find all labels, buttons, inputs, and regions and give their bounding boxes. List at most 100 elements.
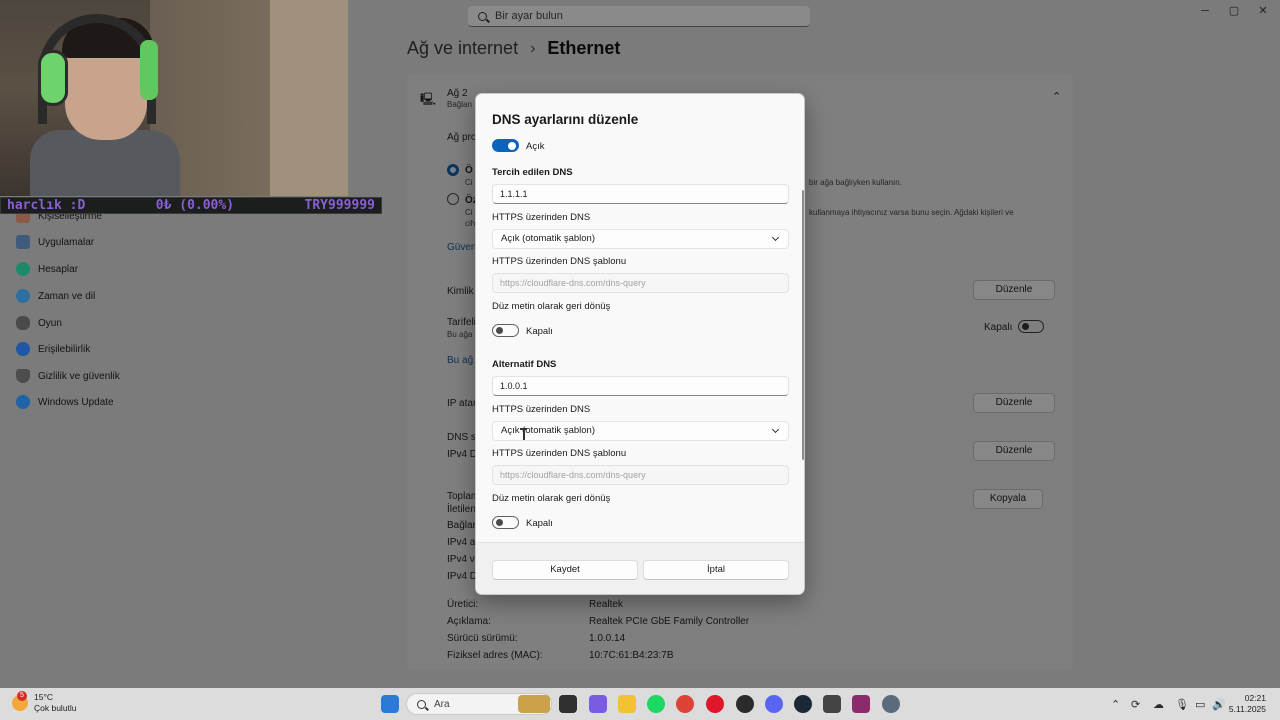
- message-label: İletilen: [447, 504, 476, 515]
- dialog-scrollbar[interactable]: [802, 190, 804, 460]
- metered-label: Tarifeli: [447, 317, 476, 328]
- accessibility-icon: [16, 342, 30, 356]
- cancel-button[interactable]: İptal: [643, 560, 789, 580]
- steam-icon[interactable]: [794, 695, 812, 713]
- manufacturer-label: Üretici:: [447, 599, 479, 610]
- taskbar-search-placeholder: Ara: [434, 698, 450, 710]
- ipv4-toggle[interactable]: [492, 139, 519, 152]
- alternate-https-select[interactable]: Açık (otomatik şablon): [492, 421, 789, 441]
- breadcrumb-parent[interactable]: Ağ ve internet: [407, 38, 518, 59]
- page-title: Ethernet: [547, 38, 621, 58]
- alternate-fallback-label: Düz metin olarak geri dönüş: [492, 493, 611, 504]
- task-view-icon[interactable]: [559, 695, 577, 713]
- chevron-up-icon[interactable]: ⌃: [1111, 698, 1120, 711]
- driver-value: 1.0.0.14: [589, 633, 626, 644]
- clock-date: 5.11.2025: [1228, 704, 1266, 714]
- preferred-template-label: HTTPS üzerinden DNS şablonu: [492, 256, 627, 267]
- sidebar-item-gaming[interactable]: Oyun: [16, 316, 62, 330]
- clock-time: 02:21: [1244, 693, 1266, 703]
- dns-settings-dialog: DNS ayarlarını düzenle Açık Tercih edile…: [475, 93, 805, 595]
- radio-public-desc-tail: kullanmaya ihtiyacınız varsa bunu seçin.…: [809, 208, 1014, 217]
- settings-icon[interactable]: [882, 695, 900, 713]
- network-icon[interactable]: ▭: [1195, 698, 1205, 711]
- spotify-icon[interactable]: [647, 695, 665, 713]
- mac-value: 10:7C:61:B4:23:7B: [589, 650, 674, 661]
- alternate-template-input[interactable]: https://cloudflare-dns.com/dns-query: [492, 465, 789, 485]
- mac-label: Fiziksel adres (MAC):: [447, 650, 543, 661]
- ip-edit-button[interactable]: Düzenle: [973, 393, 1055, 413]
- metered-desc: Bu ağa: [447, 330, 473, 339]
- sidebar-item-privacy[interactable]: Gizlilik ve güvenlik: [16, 369, 120, 383]
- discord-icon[interactable]: [765, 695, 783, 713]
- close-button[interactable]: ✕: [1246, 4, 1280, 18]
- sidebar-item-apps[interactable]: Uygulamalar: [16, 235, 94, 249]
- chevron-up-icon[interactable]: ⌃: [1052, 90, 1061, 103]
- weather-temperature: 15°C: [34, 692, 53, 702]
- onedrive-icon[interactable]: ☁: [1153, 698, 1164, 711]
- alternate-fallback-state: Kapalı: [526, 518, 553, 529]
- network-profile-label: Ağ pro: [447, 132, 477, 143]
- taskbar: 5 15°C Çok bulutlu Ara ⌃ ⟳ ☁ 🎙 ▭ 🔊 02:21…: [0, 688, 1280, 720]
- alternate-https-value: Açık (otomatik şablon): [501, 425, 595, 436]
- chevron-down-icon: [771, 233, 780, 242]
- preferred-https-select[interactable]: Açık (otomatik şablon): [492, 229, 789, 249]
- file-explorer-icon[interactable]: [618, 695, 636, 713]
- save-button[interactable]: Kaydet: [492, 560, 638, 580]
- globe-clock-icon: [16, 289, 30, 303]
- breadcrumb-separator-icon: ›: [530, 39, 536, 57]
- network-status: Bağlan: [447, 100, 472, 109]
- weather-widget[interactable]: 5 15°C Çok bulutlu: [12, 691, 77, 714]
- radio-private-label: Ö: [465, 165, 473, 176]
- headset-cup-right: [140, 40, 158, 100]
- sidebar-item-label: Hesaplar: [38, 263, 79, 275]
- radio-private-desc: Ci: [465, 178, 473, 187]
- data-limit-link[interactable]: Bu ağ: [447, 355, 473, 366]
- volume-icon[interactable]: 🔊: [1212, 698, 1226, 711]
- sidebar-item-label: Uygulamalar: [38, 236, 95, 248]
- sidebar-item-time-language[interactable]: Zaman ve dil: [16, 289, 95, 303]
- apps-icon: [16, 235, 30, 249]
- weather-condition: Çok bulutlu: [34, 703, 77, 713]
- search-icon: [417, 699, 426, 709]
- search-icon: [478, 11, 487, 21]
- obs-icon[interactable]: [736, 695, 754, 713]
- refresh-icon: [16, 395, 30, 409]
- copy-button[interactable]: Kopyala: [973, 489, 1043, 509]
- stream-donation-bar: harclık :D 0₺ (0.00%) TRY999999: [0, 197, 382, 214]
- breadcrumb: Ağ ve internet › Ethernet: [407, 38, 620, 59]
- sidebar-item-label: Oyun: [38, 317, 62, 329]
- radio-private[interactable]: [447, 164, 459, 176]
- clock[interactable]: 02:21 5.11.2025: [1229, 693, 1266, 715]
- metered-toggle[interactable]: [1018, 320, 1044, 333]
- preferred-dns-input[interactable]: 1.1.1.1: [492, 184, 789, 204]
- network-tool-icon[interactable]: [823, 695, 841, 713]
- sidebar-item-windows-update[interactable]: Windows Update: [16, 395, 114, 409]
- ip-assignment-label: IP atan: [447, 398, 479, 409]
- alternate-fallback-toggle[interactable]: [492, 516, 519, 529]
- auth-edit-button[interactable]: Düzenle: [973, 280, 1055, 300]
- sidebar-item-accounts[interactable]: Hesaplar: [16, 262, 78, 276]
- chrome-icon[interactable]: [676, 695, 694, 713]
- widget-news-icon[interactable]: [518, 695, 550, 713]
- alternate-https-label: HTTPS üzerinden DNS: [492, 404, 591, 415]
- winrar-icon[interactable]: [852, 695, 870, 713]
- settings-search-input[interactable]: Bir ayar bulun: [468, 6, 810, 27]
- microphone-icon[interactable]: 🎙: [1175, 698, 1189, 711]
- start-icon[interactable]: [381, 695, 399, 713]
- preferred-template-input[interactable]: https://cloudflare-dns.com/dns-query: [492, 273, 789, 293]
- preferred-fallback-toggle[interactable]: [492, 324, 519, 337]
- weather-text: 15°C Çok bulutlu: [34, 692, 77, 714]
- gamepad-icon: [16, 316, 30, 330]
- dns-edit-button[interactable]: Düzenle: [973, 441, 1055, 461]
- radio-public[interactable]: [447, 193, 459, 205]
- sidebar-item-accessibility[interactable]: Erişilebilirlik: [16, 342, 90, 356]
- copilot-icon[interactable]: [589, 695, 607, 713]
- sync-icon[interactable]: ⟳: [1131, 698, 1140, 711]
- alternate-dns-input[interactable]: 1.0.0.1: [492, 376, 789, 396]
- sidebar-item-label: Gizlilik ve güvenlik: [38, 370, 120, 382]
- shield-icon: [16, 369, 30, 383]
- person-icon: [16, 262, 30, 276]
- sidebar-item-label: Windows Update: [38, 396, 114, 408]
- opera-icon[interactable]: [706, 695, 724, 713]
- firewall-link[interactable]: Güven: [447, 242, 476, 253]
